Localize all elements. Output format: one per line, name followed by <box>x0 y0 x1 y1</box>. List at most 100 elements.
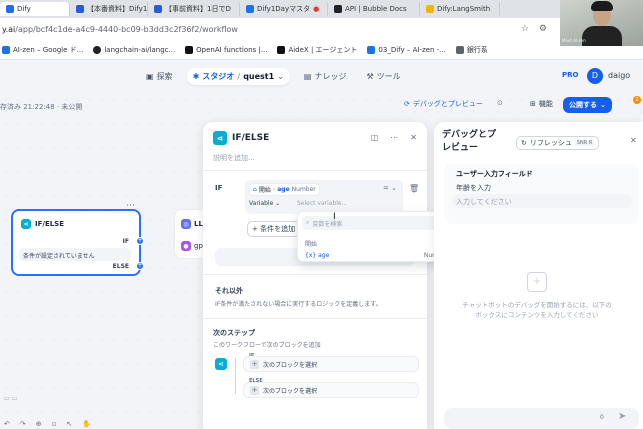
bookmarks-bar: AI-zen – Google ド... langchain-ai/langc.… <box>0 40 643 60</box>
webcam-overlay: Meet AI-zen <box>560 0 643 46</box>
refresh-button[interactable]: ↻ リフレッシュ SNR R <box>516 136 600 150</box>
variable-search-input[interactable]: ⌕ 変数を検索 <box>302 216 451 230</box>
tool-icon: ⚒ <box>366 72 374 81</box>
start-icon: ⌂ <box>253 186 257 193</box>
close-icon[interactable]: ✕ <box>630 136 637 145</box>
username[interactable]: daigo <box>608 71 630 80</box>
ifelse-node[interactable]: ⋯ ⋖ IF/ELSE IF + 条件が設定されていません ELSE + <box>11 201 144 276</box>
bookmark-star-icon[interactable]: ☆ <box>521 24 529 34</box>
ifelse-config-panel: ⋖ IF/ELSE ◫ ⋯ ✕ 説明を追加... IF ⌂ 開始 › age Nu… <box>203 122 427 429</box>
ifelse-icon: ⋖ <box>21 219 31 229</box>
if-output-port[interactable]: + <box>136 237 144 245</box>
user-input-title: ユーザー入力フィールド <box>456 170 533 178</box>
avatar[interactable]: D <box>587 68 603 84</box>
browser-tab[interactable]: Dify <box>0 2 70 16</box>
next-step-title: 次のステップ <box>213 329 255 337</box>
add-node-icon[interactable]: ⊕ <box>36 420 42 428</box>
redo-icon[interactable]: ↷ <box>20 420 26 428</box>
condition-summary: 条件が設定されていません <box>19 248 131 261</box>
save-status: 存済み 21:22:48 · 未公開 <box>0 103 83 111</box>
nav-explore[interactable]: ▣ 探索 <box>140 68 179 85</box>
plus-icon: + <box>250 359 259 369</box>
variable-icon: {x} <box>305 251 319 259</box>
openai-icon <box>185 45 194 54</box>
undo-icon[interactable]: ↶ <box>4 420 10 428</box>
browser-tab[interactable]: 【事前資料】1日でD <box>148 2 240 16</box>
age-input[interactable]: 入力してください <box>452 194 632 208</box>
extensions-icon[interactable]: ⚙ <box>539 24 547 34</box>
nav-knowledge[interactable]: ▤ ナレッジ <box>298 68 353 85</box>
bookmark-item[interactable]: 03_Dify – AI-zen -... <box>367 45 446 54</box>
ifelse-icon: ⋖ <box>213 131 227 145</box>
nav-tools[interactable]: ⚒ ツール <box>360 68 406 85</box>
play-icon: ⟳ <box>404 100 410 108</box>
features-button[interactable]: ⊞ 機能 <box>530 99 553 109</box>
description-input[interactable]: 説明を追加... <box>213 153 255 163</box>
branch-connector <box>235 358 243 394</box>
bookmark-item[interactable]: OpenAI functions |... <box>185 45 267 54</box>
else-output-port[interactable]: + <box>136 262 144 270</box>
variable-name: age <box>277 186 290 193</box>
else-branch-label: ELSE <box>112 263 129 270</box>
browser-tab[interactable]: API | Bubble Docs <box>328 2 420 16</box>
browser-tab[interactable]: Dify:LangSmith <box>420 2 500 16</box>
minimap[interactable]: ▭ ▭ <box>4 395 17 402</box>
browser-tab[interactable]: Dify1Dayマスタ ● <box>240 2 328 16</box>
chat-empty-text: チャットボットのデバッグを開始するには、以下のボックスにコンテンツを入力してくだ… <box>462 301 612 319</box>
variable-pill[interactable]: ⌂ 開始 › age Number <box>249 183 320 196</box>
add-condition-button[interactable]: + 条件を追加 <box>247 221 301 237</box>
features-icon: ⊞ <box>530 100 536 108</box>
close-icon[interactable]: ✕ <box>410 133 417 142</box>
pointer-icon[interactable]: ↖ <box>66 420 72 428</box>
panel-toggle-icon[interactable]: ◫ <box>371 133 379 142</box>
if-label: IF <box>215 184 223 192</box>
webcam-label: Meet AI-zen <box>562 38 586 43</box>
comment-icon[interactable]: ▫ <box>52 420 57 428</box>
plus-icon: + <box>250 385 259 395</box>
search-icon: ⌕ <box>306 219 310 226</box>
chevron-down-icon[interactable]: ⌄ <box>277 72 284 81</box>
divider <box>203 170 427 171</box>
doc-favicon-icon <box>76 5 84 13</box>
refresh-icon: ↻ <box>521 139 527 147</box>
bookmark-item[interactable]: langchain-ai/langc... <box>93 45 175 54</box>
x-icon <box>277 45 286 54</box>
address-bar[interactable]: y.ai/app/bcf4c1de-a4c9-4440-bc09-b3dd3c2… <box>0 18 643 40</box>
divider <box>203 274 427 275</box>
more-icon[interactable]: ⋯ <box>126 201 135 211</box>
select-next-block-if[interactable]: + 次のブロックを選択 <box>243 356 419 372</box>
history-button[interactable]: ⊙ <box>497 99 503 107</box>
delete-condition-icon[interactable]: 🗑 <box>409 184 419 193</box>
browser-tab[interactable]: 【本番資料】Dify1D <box>70 2 148 16</box>
send-icon[interactable]: ➤ <box>618 411 626 422</box>
browser-tab-bar: Dify 【本番資料】Dify1D 【事前資料】1日でD Dify1Dayマスタ… <box>0 0 643 18</box>
debug-preview-button[interactable]: ⟳ デバッグとプレビュー <box>404 99 483 109</box>
variable-option[interactable]: {x} age Number <box>302 250 451 260</box>
variable-type: Number <box>291 186 316 193</box>
github-icon <box>93 45 102 54</box>
app-top-nav: ▣ 探索 ✱ スタジオ / quest1 ⌄ ▤ ナレッジ ⚒ ツール PRO D daigo <box>0 60 643 94</box>
value-variable-input[interactable]: Select variable... <box>297 200 347 207</box>
url-text[interactable]: y.ai/app/bcf4c1de-a4c9-4440-bc09-b3dd3c2… <box>0 25 521 34</box>
chat-input[interactable] <box>444 408 639 429</box>
doc-favicon-icon <box>154 5 162 13</box>
plan-badge: PRO <box>558 70 583 80</box>
char-count: 0 <box>600 414 604 421</box>
select-next-block-else[interactable]: + 次のブロックを選択 <box>243 382 419 398</box>
publish-button[interactable]: 公開する ⌄ <box>563 97 612 113</box>
bookmark-folder[interactable]: 銀行系 <box>455 45 488 55</box>
folder-icon <box>455 45 464 54</box>
hand-icon[interactable]: ✋ <box>82 420 91 428</box>
if-branch-label: IF <box>122 238 129 245</box>
bookmark-item[interactable]: AI-zen – Google ド... <box>2 45 83 55</box>
value-type-select[interactable]: Variable ⌄ <box>249 200 280 207</box>
condition-box: ⌂ 開始 › age Number = ⌄ Variable ⌄ Select v… <box>245 180 403 214</box>
nav-studio[interactable]: ✱ スタジオ / quest1 ⌄ <box>186 68 290 85</box>
llm-icon: ◎ <box>181 219 191 229</box>
app-switcher[interactable]: quest1 <box>243 72 274 81</box>
bookmark-item[interactable]: AideX | エージェント <box>277 45 357 55</box>
slides-favicon-icon <box>246 5 254 13</box>
more-icon[interactable]: ⋯ <box>390 133 398 142</box>
operator-dropdown[interactable]: = ⌄ <box>383 184 397 192</box>
canvas-toolbar: ↶ ↷ ⊕ ▫ ↖ ✋ <box>0 418 200 429</box>
